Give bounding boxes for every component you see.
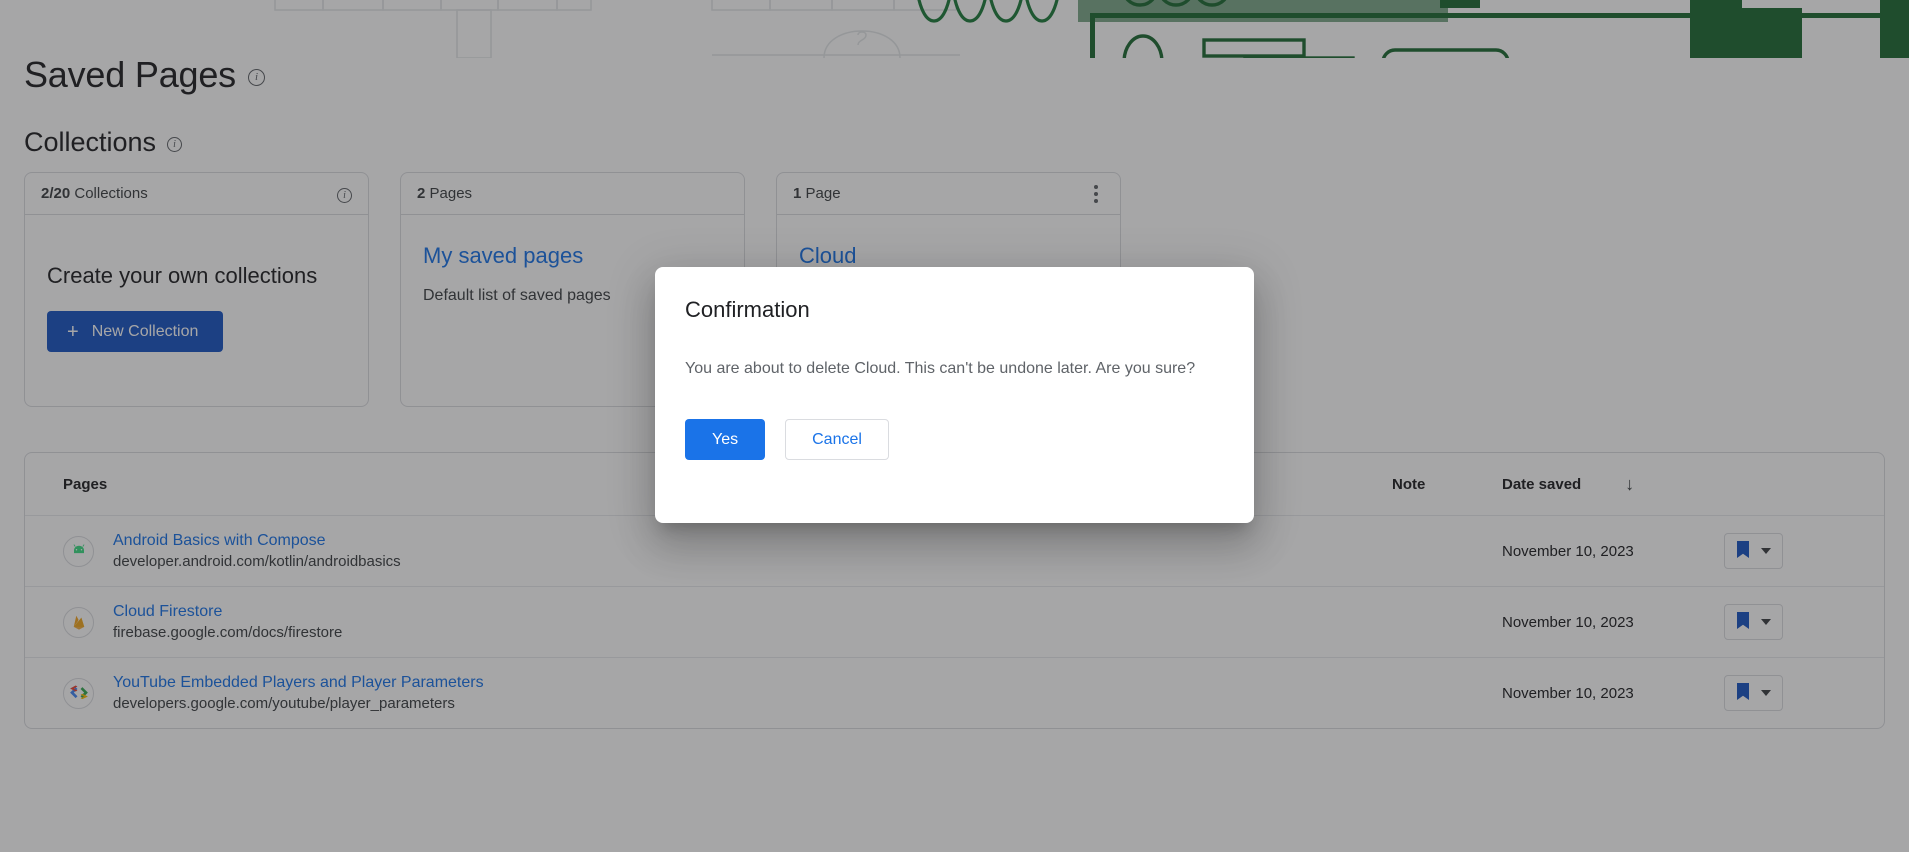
dialog-title: Confirmation [685, 297, 1224, 323]
dialog-actions: Yes Cancel [685, 419, 1224, 460]
confirm-yes-button[interactable]: Yes [685, 419, 765, 460]
cancel-button[interactable]: Cancel [785, 419, 889, 460]
confirmation-dialog: Confirmation You are about to delete Clo… [655, 267, 1254, 523]
dialog-message: You are about to delete Cloud. This can'… [685, 356, 1197, 381]
